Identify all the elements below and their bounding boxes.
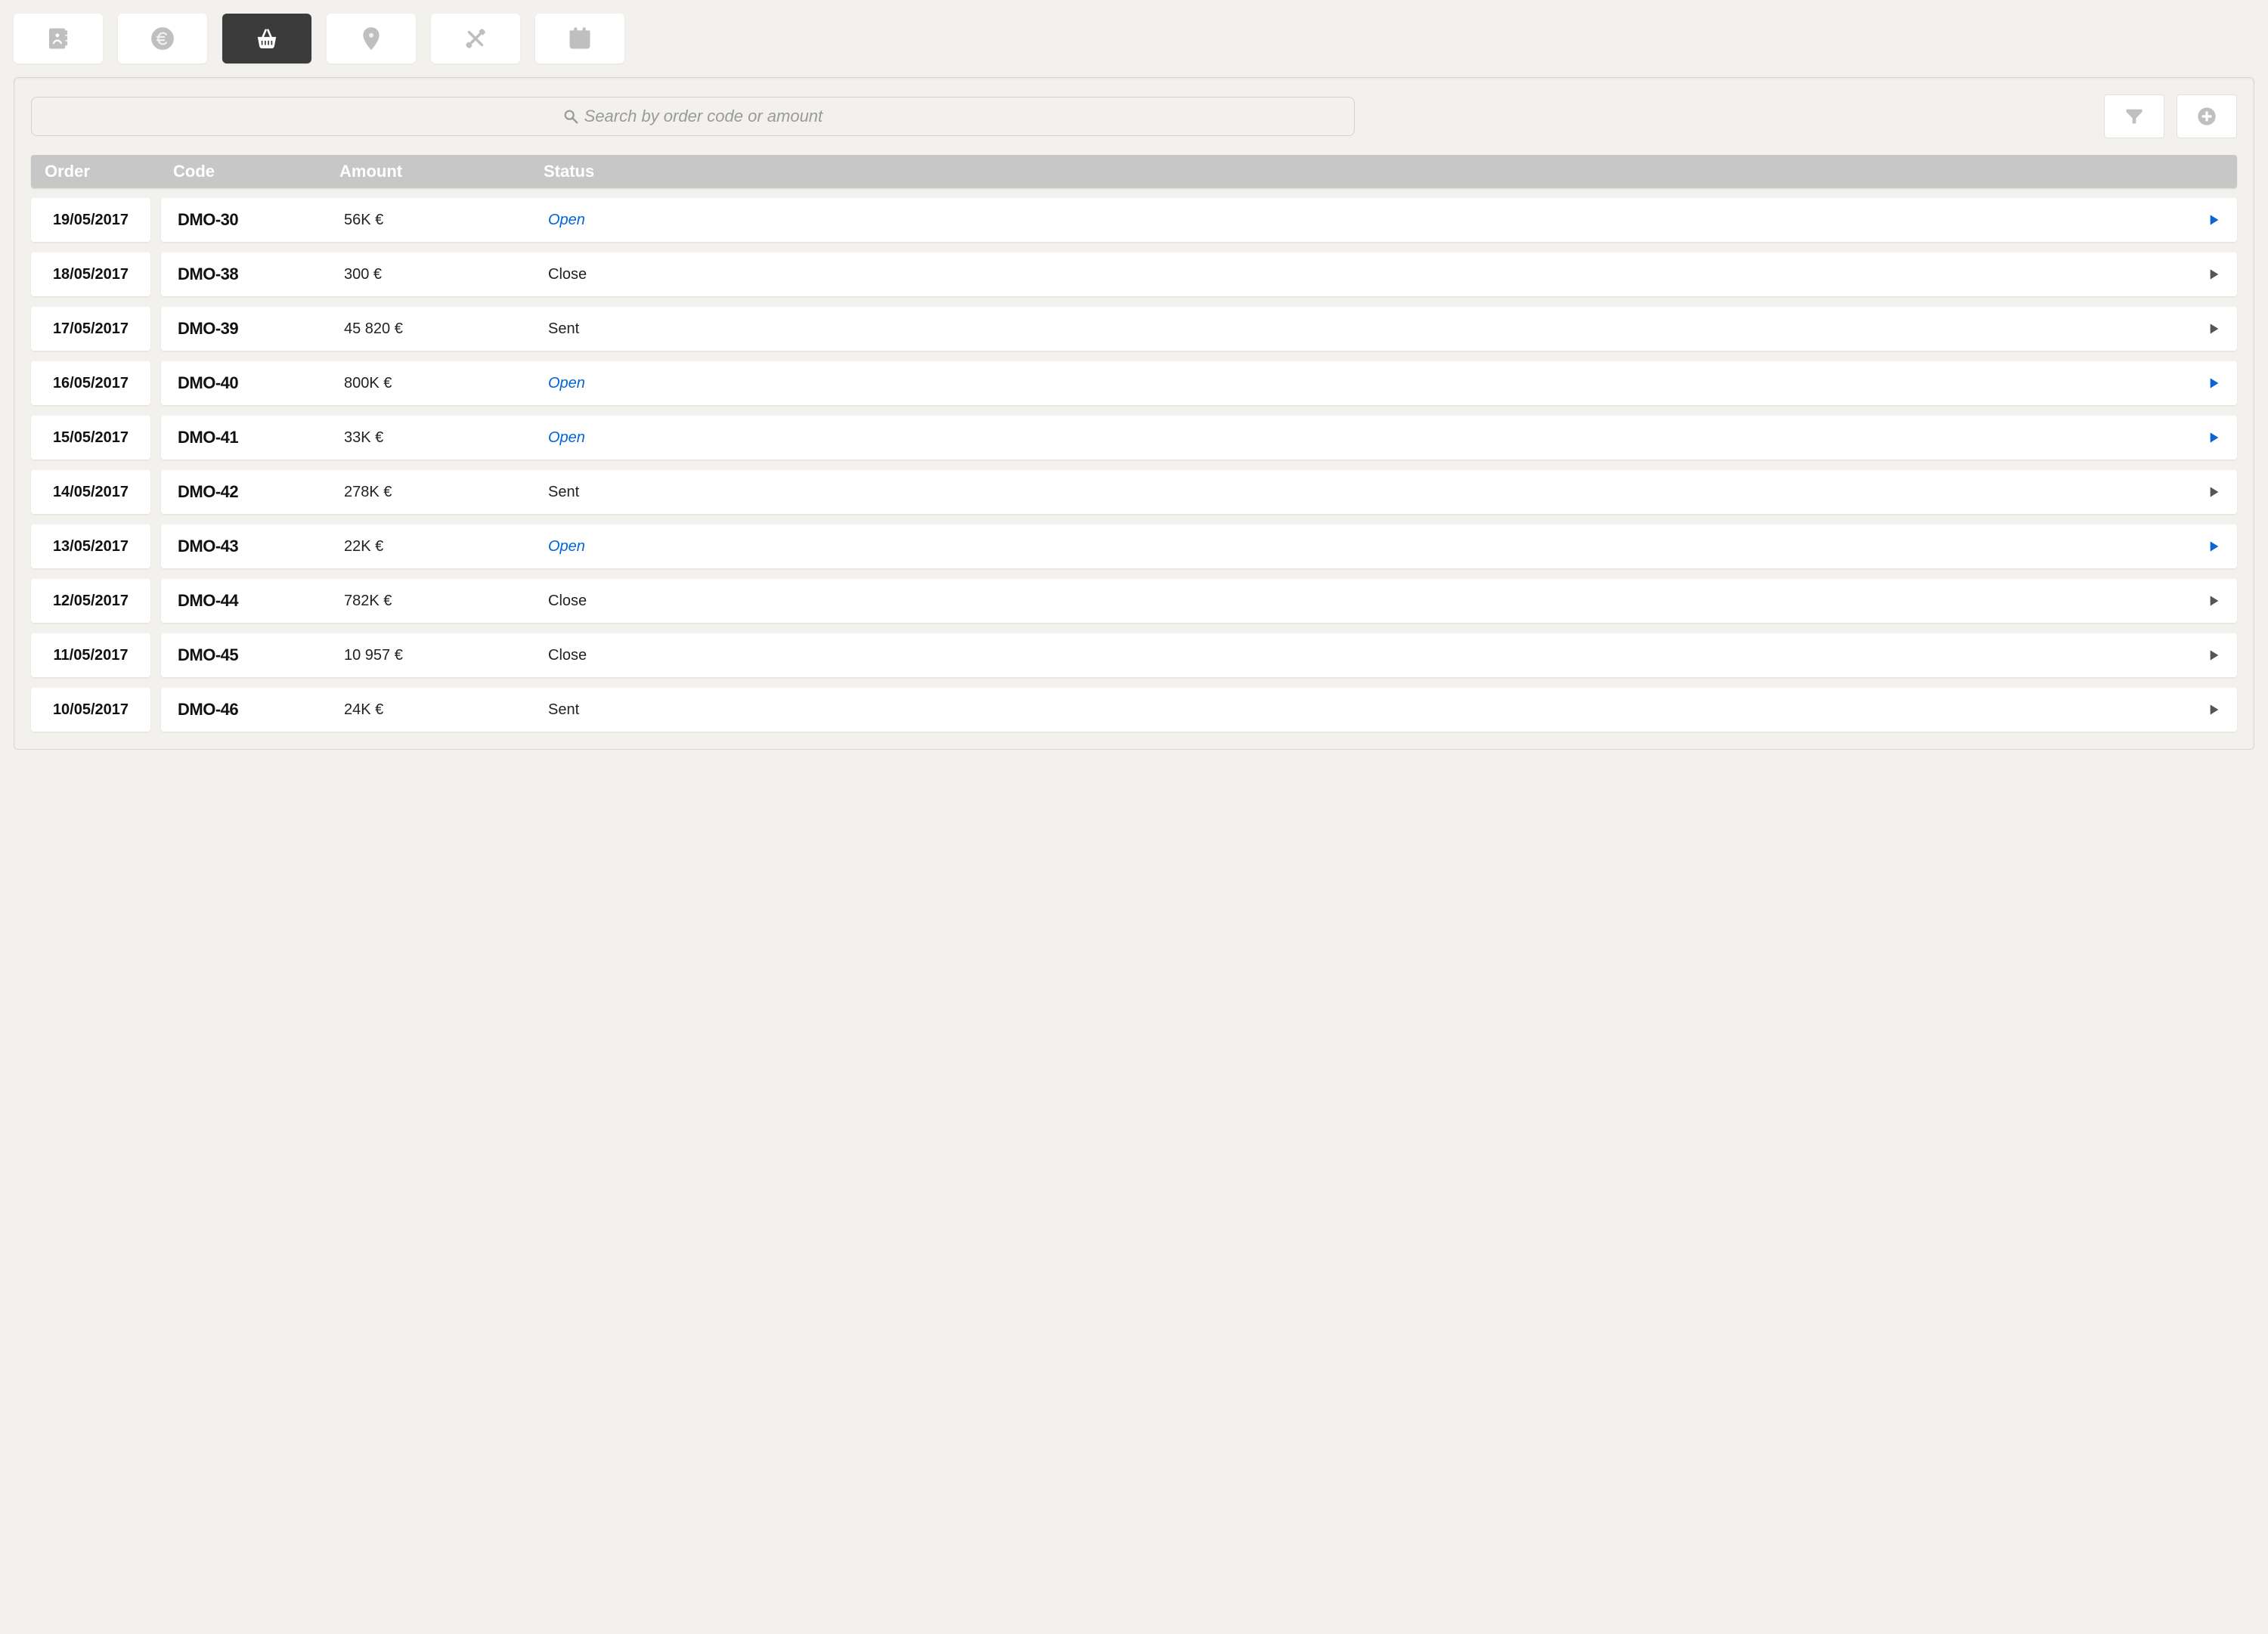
contact-icon <box>45 26 71 51</box>
order-status: Open <box>548 538 585 555</box>
tab-tools[interactable] <box>431 14 520 63</box>
tab-orders[interactable] <box>222 14 311 63</box>
order-status: Sent <box>548 701 579 718</box>
order-card[interactable]: DMO-42 278K € Sent <box>161 470 2237 514</box>
tab-calendar[interactable]: 31 <box>535 14 624 63</box>
chevron-right-icon <box>2208 268 2220 280</box>
table-row[interactable]: 11/05/2017 DMO-45 10 957 € Close <box>31 633 2237 678</box>
order-status: Sent <box>548 320 579 337</box>
search-input[interactable] <box>31 97 1355 136</box>
order-date: 14/05/2017 <box>31 470 150 514</box>
top-tabs: 31 <box>14 14 2254 63</box>
chevron-right-icon <box>2208 540 2220 552</box>
add-button[interactable] <box>2177 94 2237 138</box>
order-date: 15/05/2017 <box>31 416 150 460</box>
order-date: 11/05/2017 <box>31 633 150 677</box>
add-icon <box>2196 106 2217 127</box>
table-row[interactable]: 12/05/2017 DMO-44 782K € Close <box>31 578 2237 624</box>
table-row[interactable]: 19/05/2017 DMO-30 56K € Open <box>31 197 2237 243</box>
filter-icon <box>2124 106 2145 127</box>
order-code: DMO-43 <box>178 537 238 555</box>
order-status: Close <box>548 266 587 283</box>
order-code: DMO-46 <box>178 700 238 719</box>
header-order: Order <box>45 162 173 181</box>
toolbar <box>31 94 2237 138</box>
orders-list: 19/05/2017 DMO-30 56K € Open 18/05/2017 … <box>31 197 2237 732</box>
order-amount: 800K € <box>344 375 392 391</box>
order-code: DMO-30 <box>178 210 238 229</box>
order-amount: 278K € <box>344 484 392 500</box>
location-icon <box>358 26 384 51</box>
order-date: 12/05/2017 <box>31 579 150 623</box>
table-row[interactable]: 16/05/2017 DMO-40 800K € Open <box>31 361 2237 406</box>
svg-text:31: 31 <box>575 38 584 47</box>
order-code: DMO-40 <box>178 373 238 392</box>
order-card[interactable]: DMO-30 56K € Open <box>161 198 2237 242</box>
filter-button[interactable] <box>2104 94 2164 138</box>
order-amount: 33K € <box>344 429 383 446</box>
order-code: DMO-42 <box>178 482 238 501</box>
chevron-right-icon <box>2208 214 2220 226</box>
order-status: Open <box>548 375 585 391</box>
order-code: DMO-38 <box>178 265 238 283</box>
order-amount: 782K € <box>344 593 392 609</box>
order-status: Open <box>548 429 585 446</box>
chevron-right-icon <box>2208 323 2220 335</box>
order-code: DMO-45 <box>178 645 238 664</box>
calendar-icon: 31 <box>567 26 593 51</box>
order-date: 16/05/2017 <box>31 361 150 405</box>
order-amount: 300 € <box>344 266 382 283</box>
table-row[interactable]: 17/05/2017 DMO-39 45 820 € Sent <box>31 306 2237 351</box>
chevron-right-icon <box>2208 595 2220 607</box>
table-row[interactable]: 13/05/2017 DMO-43 22K € Open <box>31 524 2237 569</box>
order-date: 13/05/2017 <box>31 525 150 568</box>
order-status: Sent <box>548 484 579 500</box>
header-amount: Amount <box>339 162 544 181</box>
chevron-right-icon <box>2208 649 2220 661</box>
order-date: 19/05/2017 <box>31 198 150 242</box>
order-amount: 22K € <box>344 538 383 555</box>
header-status: Status <box>544 162 2223 181</box>
chevron-right-icon <box>2208 377 2220 389</box>
order-amount: 56K € <box>344 212 383 228</box>
order-status: Close <box>548 647 587 664</box>
tab-payments[interactable] <box>118 14 207 63</box>
order-card[interactable]: DMO-45 10 957 € Close <box>161 633 2237 677</box>
order-card[interactable]: DMO-40 800K € Open <box>161 361 2237 405</box>
order-card[interactable]: DMO-39 45 820 € Sent <box>161 307 2237 351</box>
search-icon <box>562 108 579 125</box>
orders-panel: Order Code Amount Status 19/05/2017 DMO-… <box>14 77 2254 750</box>
table-row[interactable]: 15/05/2017 DMO-41 33K € Open <box>31 415 2237 460</box>
header-code: Code <box>173 162 339 181</box>
chevron-right-icon <box>2208 704 2220 716</box>
order-card[interactable]: DMO-41 33K € Open <box>161 416 2237 460</box>
order-status: Close <box>548 593 587 609</box>
table-row[interactable]: 10/05/2017 DMO-46 24K € Sent <box>31 687 2237 732</box>
order-date: 17/05/2017 <box>31 307 150 351</box>
tab-contacts[interactable] <box>14 14 103 63</box>
euro-icon <box>150 26 175 51</box>
order-date: 10/05/2017 <box>31 688 150 732</box>
chevron-right-icon <box>2208 432 2220 444</box>
order-amount: 45 820 € <box>344 320 403 337</box>
order-card[interactable]: DMO-44 782K € Close <box>161 579 2237 623</box>
table-row[interactable]: 14/05/2017 DMO-42 278K € Sent <box>31 469 2237 515</box>
tab-locations[interactable] <box>327 14 416 63</box>
order-code: DMO-44 <box>178 591 238 610</box>
table-row[interactable]: 18/05/2017 DMO-38 300 € Close <box>31 252 2237 297</box>
search-wrap <box>31 97 1355 136</box>
order-card[interactable]: DMO-43 22K € Open <box>161 525 2237 568</box>
order-amount: 24K € <box>344 701 383 718</box>
order-card[interactable]: DMO-46 24K € Sent <box>161 688 2237 732</box>
order-card[interactable]: DMO-38 300 € Close <box>161 252 2237 296</box>
tools-icon <box>463 26 488 51</box>
chevron-right-icon <box>2208 486 2220 498</box>
order-date: 18/05/2017 <box>31 252 150 296</box>
order-status: Open <box>548 212 585 228</box>
basket-icon <box>254 26 280 51</box>
order-code: DMO-39 <box>178 319 238 338</box>
table-header: Order Code Amount Status <box>31 155 2237 188</box>
order-amount: 10 957 € <box>344 647 403 664</box>
order-code: DMO-41 <box>178 428 238 447</box>
